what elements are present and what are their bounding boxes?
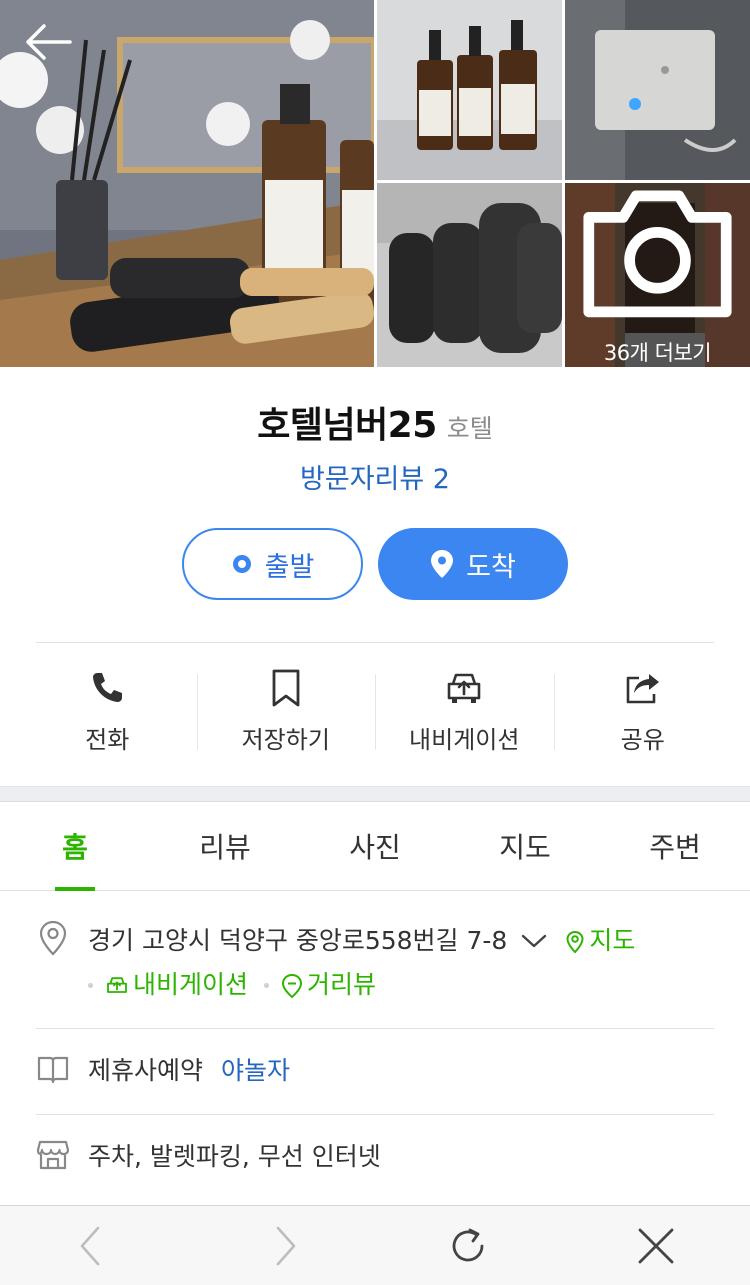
back-chevron-icon[interactable] [70, 1224, 114, 1268]
divider [36, 1114, 714, 1115]
divider [36, 1028, 714, 1029]
route-destination-button[interactable]: 도착 [378, 528, 568, 600]
address-navigation-link[interactable]: 내비게이션 [105, 964, 248, 1006]
chevron-down-icon[interactable] [521, 932, 547, 950]
map-link-label: 지도 [589, 926, 636, 955]
amenity-photo[interactable] [377, 183, 562, 367]
address-text: 경기 고양시 덕양구 중앙로558번길 7-8 [88, 926, 508, 955]
car-navigation-icon [447, 673, 481, 703]
car-navigation-icon [107, 977, 127, 993]
share-icon [626, 674, 659, 704]
place-name: 호텔넘버25 [257, 405, 437, 446]
street-view-label: 거리뷰 [307, 970, 377, 999]
browser-toolbar [0, 1205, 750, 1285]
camera-icon [583, 190, 732, 318]
tab-reviews[interactable]: 리뷰 [150, 802, 300, 890]
more-photos-label: 36개 더보기 [603, 341, 712, 365]
navigation-link-label: 내비게이션 [133, 970, 249, 999]
separator-dot [264, 982, 270, 988]
more-photos-overlay[interactable]: 36개 더보기 [565, 183, 750, 367]
booking-partner-link[interactable]: 야놀자 [221, 1056, 290, 1085]
divider [36, 642, 714, 643]
visitor-review-link[interactable]: 방문자리뷰 2 [0, 457, 750, 496]
map-pin-icon [566, 930, 584, 954]
booking-label: 제휴사예약 [88, 1056, 204, 1085]
share-button[interactable]: 공유 [553, 668, 733, 758]
tab-home[interactable]: 홈 [0, 802, 150, 890]
main-photo[interactable] [0, 0, 374, 367]
address-map-link[interactable]: 지도 [565, 920, 635, 962]
location-pin-icon [39, 920, 67, 956]
tab-photos[interactable]: 사진 [300, 802, 450, 890]
amenity-photo[interactable] [565, 0, 750, 180]
tab-bar: 홈 리뷰 사진 지도 주변 [0, 802, 750, 891]
tab-nearby[interactable]: 주변 [600, 802, 750, 890]
more-photos-tile[interactable]: 36개 더보기 [565, 183, 750, 367]
place-category: 호텔 [446, 414, 493, 443]
amenity-photo[interactable] [377, 0, 562, 180]
back-arrow-icon[interactable] [22, 20, 74, 64]
start-point-icon [231, 553, 253, 575]
navigation-label: 내비게이션 [409, 726, 520, 754]
save-button[interactable]: 저장하기 [196, 668, 376, 758]
route-destination-label: 도착 [466, 551, 516, 583]
call-label: 전화 [85, 726, 130, 754]
bookmark-icon [272, 669, 300, 707]
book-icon [37, 1056, 69, 1084]
refresh-icon[interactable] [446, 1224, 490, 1268]
location-pin-icon [430, 549, 454, 579]
amenities-row: 주차, 발렛파킹, 무선 인터넷 [36, 1136, 714, 1178]
place-title: 호텔넘버25 호텔 [0, 396, 750, 448]
action-bar: 전화 저장하기 내비게이션 공유 [18, 668, 732, 758]
call-button[interactable]: 전화 [18, 668, 197, 758]
share-label: 공유 [620, 726, 665, 754]
street-view-icon [282, 973, 303, 999]
photo-gallery: 36개 더보기 [0, 0, 750, 367]
store-icon [36, 1140, 70, 1170]
separator-dot [88, 982, 93, 988]
address-row: 경기 고양시 덕양구 중앙로558번길 7-8 지도 내비게이션 거리뷰 [36, 920, 714, 1006]
phone-icon [93, 673, 123, 702]
forward-chevron-icon[interactable] [262, 1224, 306, 1268]
route-start-label: 출발 [264, 551, 315, 583]
route-start-button[interactable]: 출발 [182, 528, 363, 600]
street-view-link[interactable]: 거리뷰 [281, 964, 376, 1006]
booking-row: 제휴사예약 야놀자 [36, 1050, 714, 1092]
section-separator [0, 786, 750, 802]
amenities-text: 주차, 발렛파킹, 무선 인터넷 [88, 1142, 381, 1171]
navigation-button[interactable]: 내비게이션 [375, 668, 554, 758]
close-icon[interactable] [634, 1224, 678, 1268]
tab-map[interactable]: 지도 [450, 802, 600, 890]
save-label: 저장하기 [241, 726, 330, 754]
